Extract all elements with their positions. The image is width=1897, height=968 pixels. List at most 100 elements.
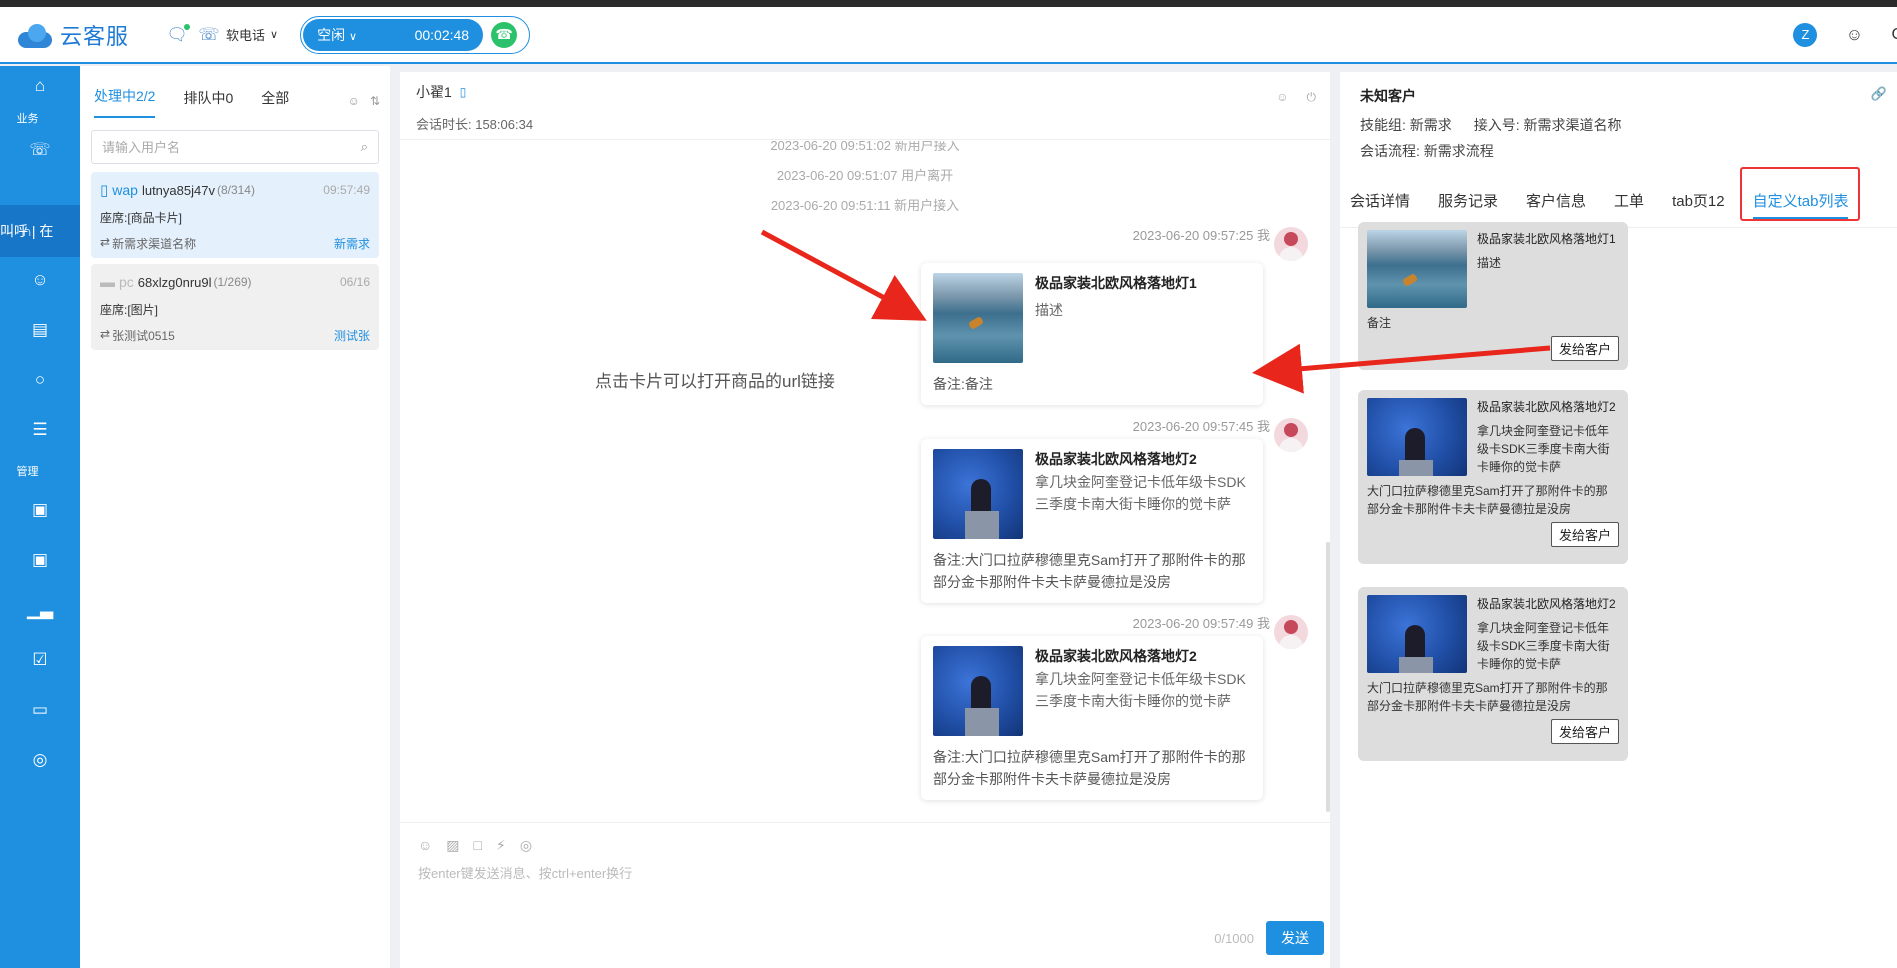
agent-avatar <box>1274 418 1308 452</box>
message-count: (8/314) <box>216 183 255 197</box>
bar-chart-icon[interactable]: ▁▃ <box>0 600 80 620</box>
robot-icon[interactable]: ▣ <box>0 500 80 520</box>
partial-icon[interactable]: C <box>1891 26 1897 44</box>
chat-bubble-icon[interactable]: 🗨 <box>166 23 190 46</box>
product-note: 备注:大门口拉萨穆德里克Sam打开了那附件卡的那部分金卡那附件卡夫卡萨曼德拉是没… <box>933 552 1246 590</box>
tab-all[interactable]: 全部 <box>261 88 289 118</box>
home-icon[interactable]: ⌂ <box>0 76 80 96</box>
tab-session-details[interactable]: 会话详情 <box>1350 190 1410 211</box>
tab-page-12[interactable]: tab页12 <box>1672 190 1725 211</box>
user-icon[interactable]: ☺ <box>0 270 80 290</box>
channel-label: pc <box>119 274 134 290</box>
phone-icon[interactable]: ☏ <box>198 24 220 46</box>
user-avatar[interactable]: Z <box>1793 22 1818 47</box>
send-to-customer-button[interactable]: 发给客户 <box>1550 336 1619 361</box>
product-card[interactable]: 极品家装北欧风格落地灯2 拿几块金阿奎登记卡低年级卡SDK三季度卡南大街卡睡你的… <box>1358 587 1628 761</box>
last-time: 06/16 <box>339 275 370 289</box>
seat-text: 座席:[商品卡片] <box>100 211 183 225</box>
message-input[interactable] <box>418 863 1298 913</box>
bot-icon[interactable]: ◎ <box>520 837 532 854</box>
settings-icon[interactable]: ◎ <box>0 750 80 770</box>
status-label: 空闲 <box>317 26 346 43</box>
softphone-label: 软电话 <box>226 28 266 43</box>
user-name: lutnya85j47v <box>141 182 215 198</box>
search-icon[interactable]: ⌕ <box>361 139 368 155</box>
product-card[interactable]: 极品家装北欧风格落地灯2 拿几块金阿奎登记卡低年级卡SDK三季度卡南大街卡睡你的… <box>1358 390 1628 564</box>
product-card[interactable]: 极品家装北欧风格落地灯1 描述 备注 发给客户 <box>1358 222 1628 370</box>
app-logo[interactable]: 云客服 <box>16 19 166 51</box>
user-icon[interactable]: ☺ <box>1843 24 1865 46</box>
status-dropdown[interactable]: 空闲 ∨ 00:02:48 <box>303 18 484 51</box>
phone-icon[interactable]: ☏ <box>0 140 80 160</box>
customer-name: 未知客户 <box>1360 88 1416 104</box>
calendar-check-icon[interactable]: ☑ <box>0 650 80 670</box>
product-description: 拿几块金阿奎登记卡低年级卡SDK三季度卡南大街卡睡你的觉卡萨 <box>1477 621 1610 671</box>
conversation-tabs: 处理中2/2 排队中0 全部 ☺ ⇅ <box>80 66 390 118</box>
chat-panel: 小翟1 ▯ 会话时长: 158:06:34 ☺ ⏻ 2023-06-20 09:… <box>400 72 1330 968</box>
last-time: 09:57:49 <box>323 183 370 197</box>
conversation-item[interactable]: ▯ wap lutnya85j47v (8/314) 09:57:49 座席:[… <box>91 172 379 258</box>
product-title: 极品家装北欧风格落地灯2 <box>1035 648 1197 664</box>
customer-summary: 未知客户 技能组: 新需求 接入号: 新需求渠道名称 会话流程: 新需求流程 <box>1360 86 1880 161</box>
monitor-chart-icon[interactable]: ▭ <box>0 700 80 720</box>
header-right-tools: Z ☺ C <box>1793 22 1897 47</box>
nav-item-online[interactable]: ∩ 叫呼 | 在 <box>0 205 80 257</box>
system-message: 2023-06-20 09:51:11 新用户接入 <box>770 198 960 213</box>
list-tools: ☺ ⇅ <box>348 94 380 118</box>
document-icon[interactable]: ▤ <box>0 320 80 340</box>
chat-user-name: 小翟1 <box>416 84 452 100</box>
emoji-icon[interactable]: ☺ <box>418 837 432 854</box>
mobile-icon: ▯ <box>459 85 467 99</box>
sort-icon[interactable]: ⇅ <box>370 94 380 108</box>
send-button[interactable]: 发送 <box>1266 921 1324 955</box>
chat-scrollbar[interactable] <box>1326 542 1330 812</box>
product-image <box>1367 595 1467 673</box>
transfer-user-icon[interactable]: ☺ <box>1276 90 1288 105</box>
product-note: 备注:大门口拉萨穆德里克Sam打开了那附件卡的那部分金卡那附件卡夫卡萨曼德拉是没… <box>933 749 1246 787</box>
user-search-input[interactable] <box>102 139 361 155</box>
chevron-down-icon: ∨ <box>270 29 279 41</box>
conversation-item[interactable]: ▬ pc 68xlzg0nru9l (1/269) 06/16 座席:[图片] … <box>91 264 379 350</box>
product-image <box>933 449 1023 539</box>
image-icon[interactable]: ▨ <box>446 837 459 854</box>
seat-text: 座席:[图片] <box>100 303 159 317</box>
lightning-icon[interactable]: ⚡ <box>496 837 506 854</box>
link-icon[interactable]: 🔗 <box>1871 86 1887 102</box>
product-image <box>1367 398 1467 476</box>
softphone-dropdown[interactable]: 软电话 ∨ <box>226 25 278 44</box>
product-note: 备注 <box>1367 316 1392 330</box>
product-card-message[interactable]: 极品家装北欧风格落地灯2 拿几块金阿奎登记卡低年级卡SDK三季度卡南大街卡睡你的… <box>921 439 1263 603</box>
status-badge: 测试张 <box>333 329 370 343</box>
product-card-message[interactable]: 极品家装北欧风格落地灯2 拿几块金阿奎登记卡低年级卡SDK三季度卡南大街卡睡你的… <box>921 636 1263 800</box>
call-button[interactable]: ☎ <box>491 21 518 48</box>
robot-icon[interactable]: ▣ <box>0 550 80 570</box>
tab-customer-info[interactable]: 客户信息 <box>1526 190 1586 211</box>
chevron-down-icon: ∨ <box>348 30 358 43</box>
product-image <box>933 646 1023 736</box>
folder-icon[interactable]: □ <box>474 837 482 854</box>
tab-queue[interactable]: 排队中0 <box>183 88 233 118</box>
highlight-box <box>1740 167 1860 221</box>
skill-group: 技能组: 新需求 <box>1360 117 1452 133</box>
power-icon[interactable]: ⏻ <box>1307 90 1317 105</box>
user-group-icon[interactable]: ☺ <box>348 94 360 108</box>
send-to-customer-button[interactable]: 发给客户 <box>1550 522 1619 547</box>
product-card-message[interactable]: 极品家装北欧风格落地灯1 描述 备注:备注 <box>921 263 1263 405</box>
cloud-logo-icon <box>16 22 54 48</box>
message-time: 2023-06-20 09:57:45 我 <box>1132 419 1270 434</box>
agent-status-pill: 空闲 ∨ 00:02:48 ☎ <box>300 15 531 54</box>
transfer-icon: ⇄ <box>100 327 111 341</box>
send-to-customer-button[interactable]: 发给客户 <box>1550 719 1619 744</box>
tab-ticket[interactable]: 工单 <box>1614 190 1644 211</box>
whatsapp-icon[interactable]: ○ <box>0 370 80 390</box>
call-log-icon[interactable]: ☰ <box>0 420 80 440</box>
tab-service-records[interactable]: 服务记录 <box>1438 190 1498 211</box>
message-time: 2023-06-20 09:57:25 我 <box>1132 228 1270 243</box>
product-note: 备注:备注 <box>933 376 993 392</box>
source-channel: 张测试0515 <box>112 329 175 343</box>
top-header: 云客服 🗨 ☏ 软电话 ∨ 空闲 ∨ 00:02:48 ☎ Z ☺ C <box>0 7 1897 64</box>
logo-text: 云客服 <box>60 23 130 49</box>
tab-processing[interactable]: 处理中2/2 <box>94 86 156 118</box>
status-badge: 新需求 <box>333 237 370 251</box>
product-title: 极品家装北欧风格落地灯1 <box>1035 275 1197 291</box>
